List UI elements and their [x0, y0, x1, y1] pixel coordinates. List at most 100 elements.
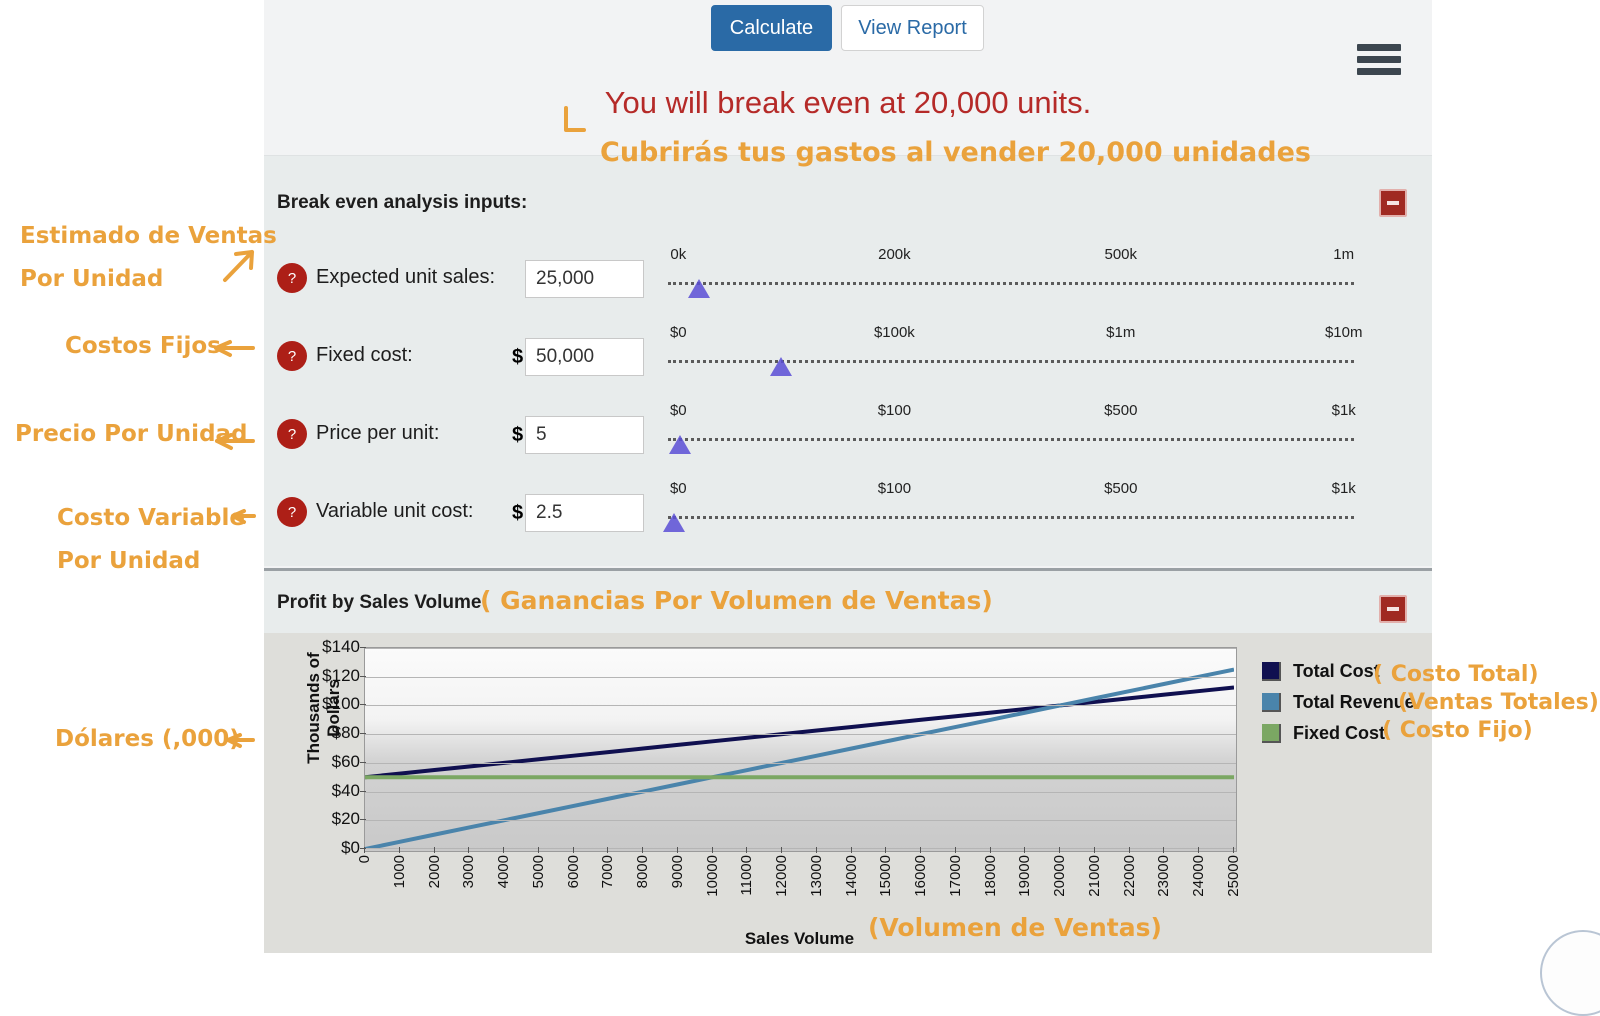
x-tick-label: 2000: [425, 855, 443, 889]
currency-prefix: $: [512, 502, 524, 524]
handwritten-annotation: Precio Por Unidad: [15, 421, 248, 447]
x-tick-label: 20000: [1051, 855, 1069, 897]
chart-x-axis-title: Sales Volume: [744, 929, 855, 948]
legend-item[interactable]: Total Revenue: [1262, 692, 1502, 712]
x-tick-label: 24000: [1190, 855, 1208, 897]
slider-scale-label: 1m: [1333, 246, 1355, 263]
view-report-button[interactable]: View Report: [841, 5, 984, 51]
currency-prefix: $: [512, 424, 524, 446]
help-icon[interactable]: ?: [277, 419, 307, 449]
y-tick-mark: [360, 704, 366, 706]
grid-line: [365, 705, 1236, 707]
slider-scale: 0k 200k 500k 1m: [668, 246, 1354, 268]
y-tick-mark: [360, 733, 366, 735]
x-tick-mark: [1093, 847, 1095, 853]
slider-scale: $0 $100k $1m $10m: [668, 324, 1363, 346]
x-tick-label: 17000: [946, 855, 964, 897]
input-field[interactable]: [525, 338, 644, 376]
input-field[interactable]: [525, 416, 644, 454]
help-icon[interactable]: ?: [277, 497, 307, 527]
slider-handle[interactable]: [687, 279, 710, 298]
y-tick-label: $0: [341, 838, 360, 857]
y-tick-mark: [360, 761, 366, 763]
grid-line: [365, 648, 1236, 649]
slider-scale: $0 $100 $500 $1k: [668, 480, 1356, 502]
handwritten-annotation: Dólares (,000): [55, 726, 240, 752]
application-panel: Calculate View Report You will break eve…: [264, 0, 1432, 953]
slider-scale-label: $100k: [873, 324, 915, 341]
y-tick-mark: [360, 819, 366, 821]
hamburger-bar-3: [1357, 68, 1401, 75]
grid-line: [365, 820, 1236, 822]
slider-track[interactable]: [668, 282, 1354, 285]
legend-swatch: [1262, 661, 1281, 681]
slider-track[interactable]: [668, 516, 1354, 519]
hamburger-menu-icon[interactable]: [1357, 44, 1401, 78]
breakeven-message: You will break even at 20,000 units.: [604, 85, 1092, 120]
chart-title: Profit by Sales Volume: [277, 592, 482, 613]
chart-y-tick-labels: $0 $20 $40 $60 $80 $100 $120 $140: [298, 637, 360, 857]
slider-handle[interactable]: [669, 435, 692, 454]
input-field[interactable]: [525, 260, 644, 298]
currency-prefix: $: [512, 346, 524, 368]
grid-line: [365, 762, 1236, 764]
chart-collapse-button[interactable]: [1379, 595, 1407, 623]
legend-label: Total Cost: [1293, 660, 1380, 681]
x-tick-label: 9000: [668, 855, 686, 889]
x-tick-mark: [954, 847, 956, 853]
legend-item[interactable]: Total Cost: [1262, 661, 1502, 681]
input-label: Fixed cost:: [316, 344, 413, 366]
input-label: Price per unit:: [316, 422, 440, 444]
y-tick-mark: [360, 675, 366, 677]
y-tick-label: $120: [322, 665, 360, 685]
y-tick-label: $100: [322, 694, 360, 714]
x-tick-mark: [885, 847, 887, 853]
inputs-collapse-button[interactable]: [1379, 189, 1407, 217]
slider-scale-label: $1k: [1331, 480, 1356, 497]
x-tick-mark: [1233, 847, 1234, 853]
x-tick-label: 5000: [529, 855, 547, 889]
slider-scale-label: $1m: [1106, 324, 1136, 341]
slider-scale-label: $100: [877, 402, 912, 419]
slider-handle[interactable]: [770, 357, 793, 376]
slider-track[interactable]: [668, 438, 1354, 441]
slider[interactable]: $0 $100 $500 $1k: [663, 480, 1356, 544]
chart-legend: Total Cost Total Revenue Fixed Cost: [1262, 661, 1502, 754]
chart-header: Profit by Sales Volume: [264, 571, 1432, 633]
chart-body: Thousands of Dollars $0 $20 $40 $60 $80 $100 $…: [264, 633, 1432, 953]
y-tick-mark: [360, 647, 366, 648]
x-tick-label: 16000: [912, 855, 930, 897]
input-field[interactable]: [525, 494, 644, 532]
annotation-arrow: [214, 340, 255, 357]
slider[interactable]: $0 $100 $500 $1k: [668, 402, 1356, 466]
grid-line: [365, 791, 1236, 793]
help-icon[interactable]: ?: [277, 263, 307, 293]
input-row: ? Price per unit: $ $0 $100 $500 $1k: [264, 390, 1432, 468]
slider[interactable]: 0k 200k 500k 1m: [668, 246, 1354, 310]
slider-handle[interactable]: [663, 513, 686, 532]
legend-item[interactable]: Fixed Cost: [1262, 723, 1502, 743]
slider-scale-label: $500: [1104, 480, 1138, 497]
page-corner-widget-icon[interactable]: [1540, 930, 1600, 1016]
x-tick-mark: [398, 847, 400, 853]
x-tick-mark: [537, 847, 539, 853]
handwritten-annotation: Costos Fijos: [65, 333, 221, 359]
x-tick-label: 19000: [1016, 855, 1034, 897]
x-tick-mark: [850, 847, 852, 853]
breakeven-banner: You will break even at 20,000 units.: [264, 83, 1432, 143]
slider[interactable]: $0 $100k $1m $10m: [668, 324, 1363, 388]
input-row: ? Variable unit cost: $ $0 $100 $500 $1k: [264, 468, 1432, 546]
legend-swatch: [1262, 692, 1281, 712]
slider-scale-label: 200k: [878, 246, 911, 263]
x-tick-mark: [711, 847, 713, 853]
grid-line: [365, 676, 1236, 678]
slider-scale-label: $0: [669, 402, 687, 419]
x-tick-label: 13000: [807, 855, 825, 897]
x-tick-mark: [676, 847, 678, 853]
y-tick-label: $140: [322, 637, 360, 656]
slider-scale: $0 $100 $500 $1k: [668, 402, 1356, 424]
calculate-button[interactable]: Calculate: [711, 5, 832, 51]
help-icon[interactable]: ?: [277, 341, 307, 371]
x-tick-mark: [1163, 847, 1165, 853]
x-tick-label: 12000: [773, 855, 791, 897]
